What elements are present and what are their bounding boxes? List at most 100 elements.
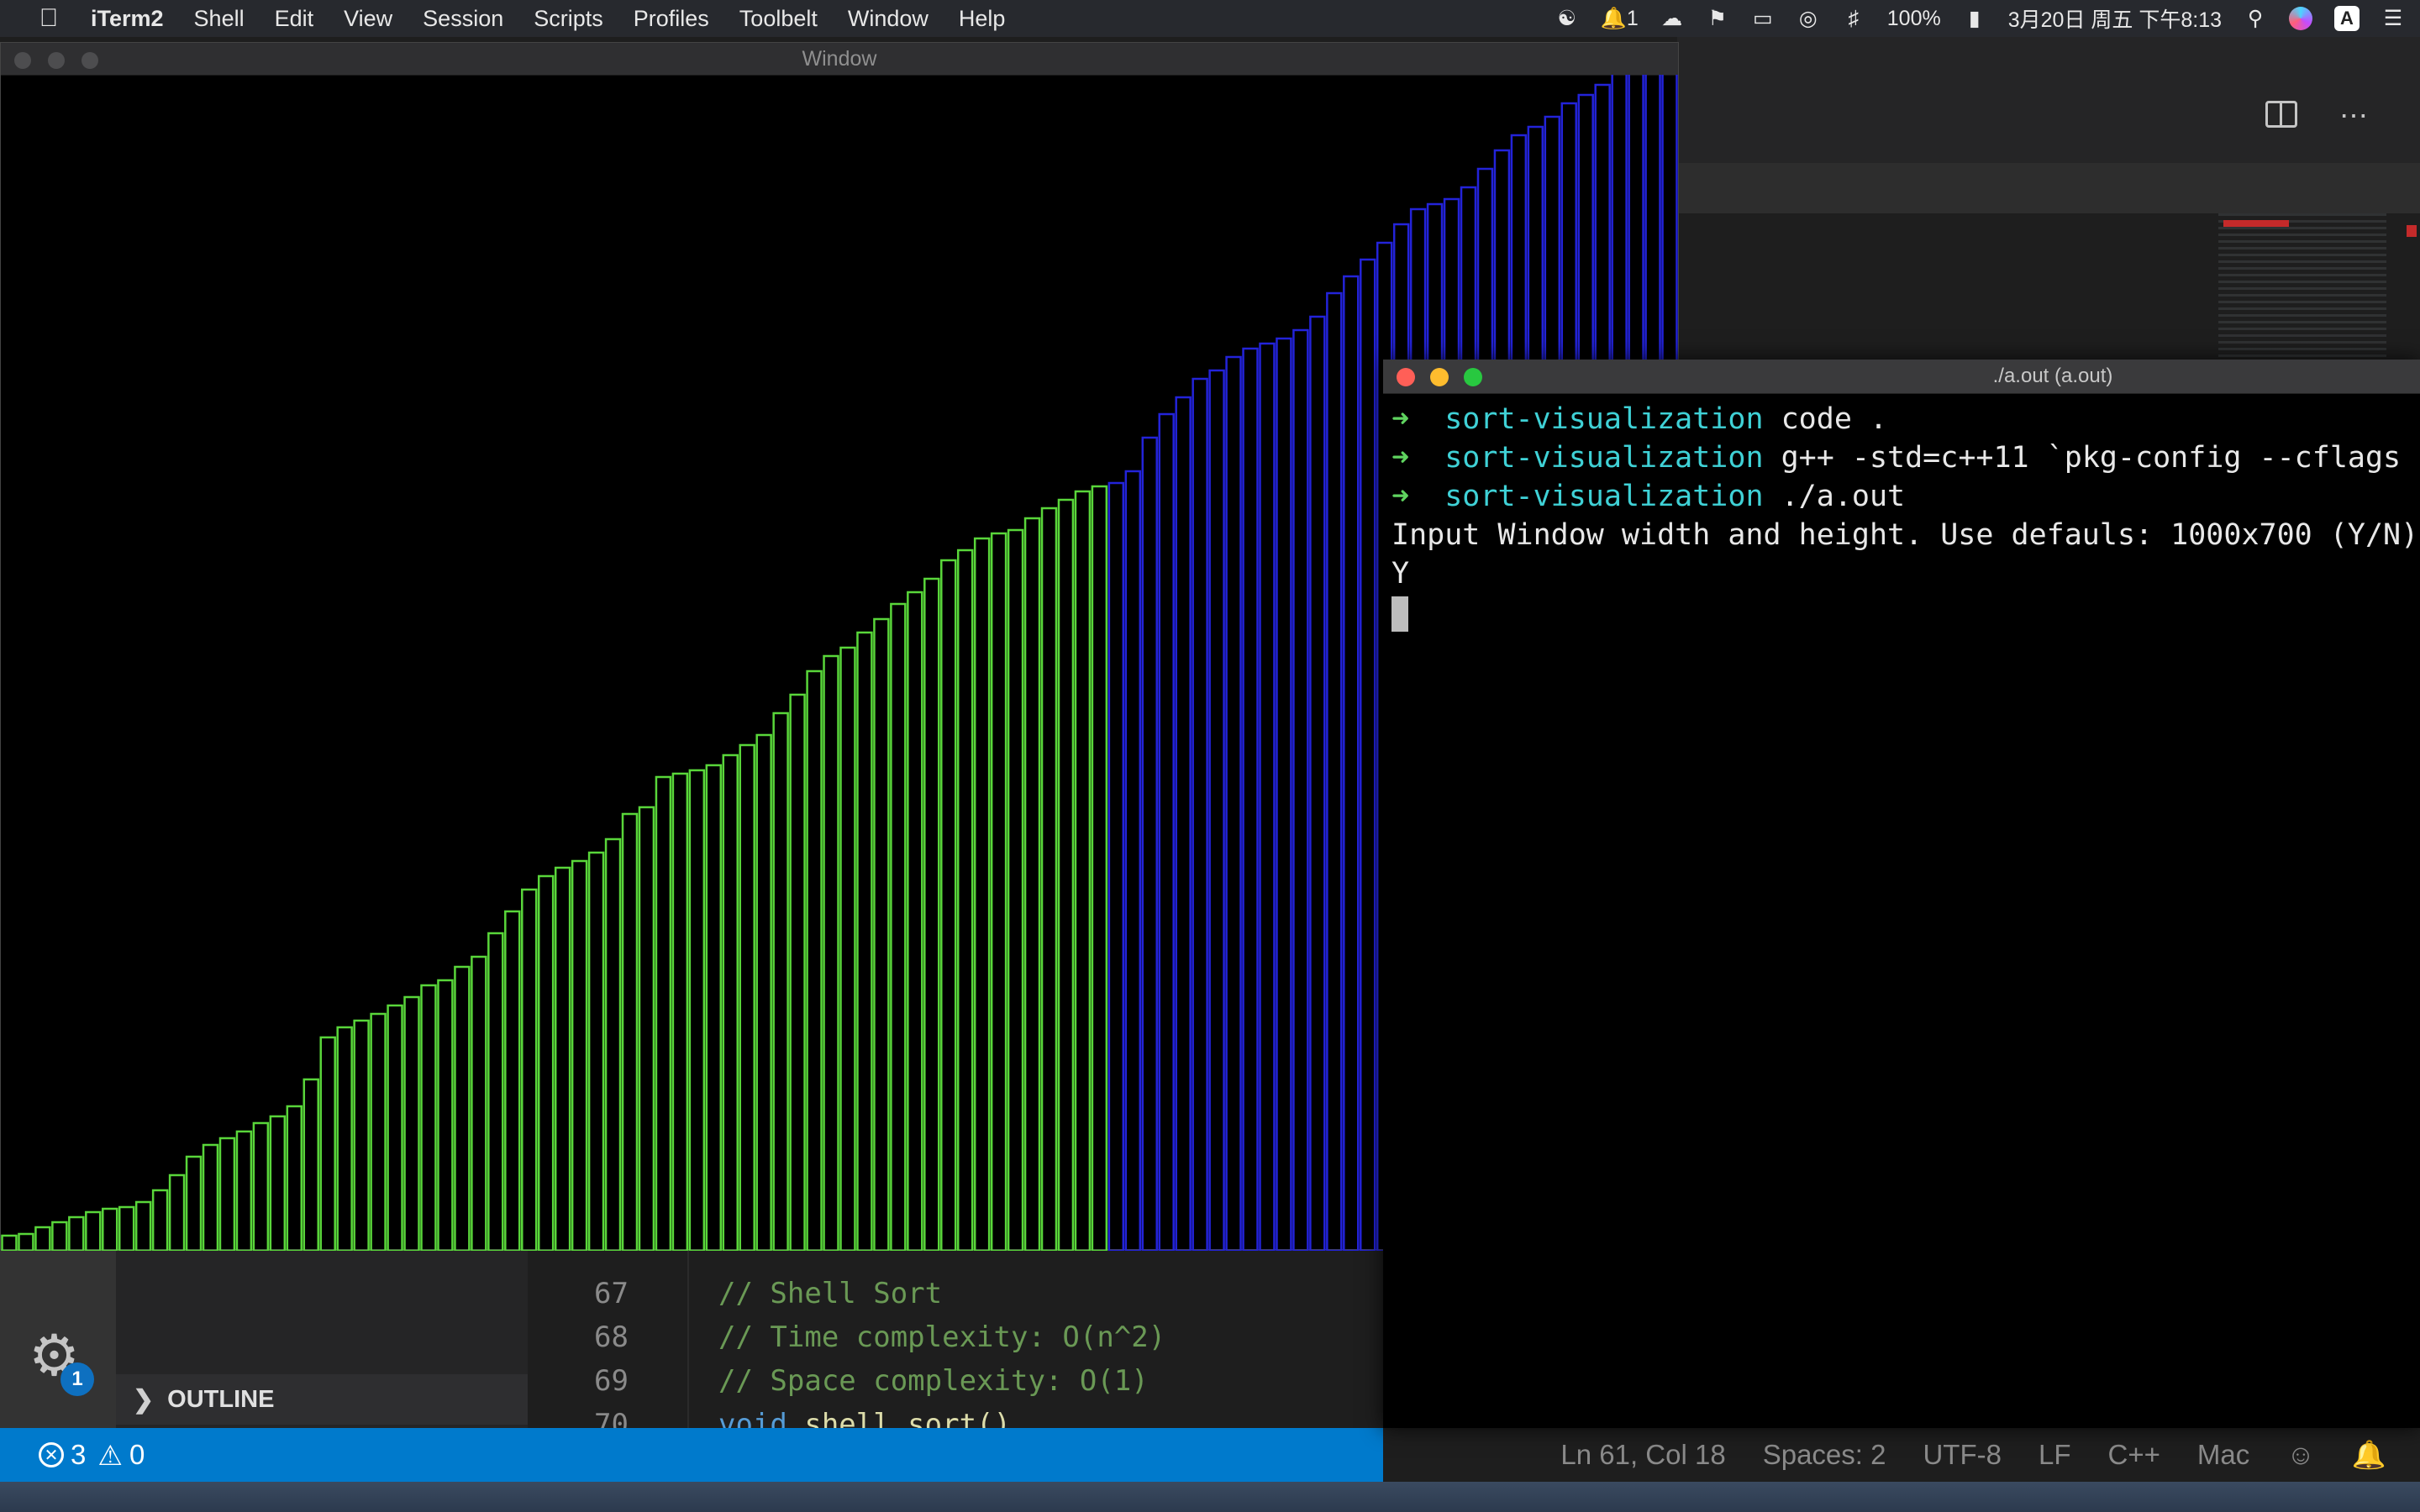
problems-indicator[interactable]: ✕ 3 ⚠ 0 xyxy=(39,1439,145,1472)
search-icon[interactable]: ⚲ xyxy=(2244,6,2267,31)
unsorted-bar xyxy=(1309,315,1326,1251)
sorted-bar xyxy=(604,837,622,1251)
sorted-bar xyxy=(336,1026,353,1251)
menu-toolbelt[interactable]: Toolbelt xyxy=(739,6,818,32)
status-bar-remote-section: ✕ 3 ⚠ 0 xyxy=(0,1428,1383,1482)
menu-scripts[interactable]: Scripts xyxy=(534,6,603,32)
sorted-bar xyxy=(571,859,588,1251)
sorted-bar xyxy=(302,1078,319,1251)
code-comment[interactable]: // Time complexity: O(n^2) xyxy=(718,1315,1165,1359)
split-editor-icon[interactable] xyxy=(2265,101,2297,128)
chevron-right-icon[interactable]: ❯ xyxy=(133,1385,154,1415)
terminal-line: ➜ sort-visualization code . xyxy=(1392,400,2417,438)
sfml-titlebar[interactable]: Window xyxy=(1,43,1678,76)
error-count: 3 xyxy=(71,1439,87,1470)
menu-edit[interactable]: Edit xyxy=(275,6,314,32)
prompt-arrow-icon: ➜ xyxy=(1392,441,1410,475)
siri-icon[interactable] xyxy=(2289,7,2312,30)
sorted-bar xyxy=(722,753,739,1251)
sorted-bar xyxy=(353,1019,370,1251)
chat-icon[interactable]: ☁ xyxy=(1660,6,1684,31)
apple-icon[interactable]:  xyxy=(32,4,66,33)
menu-session[interactable]: Session xyxy=(423,6,503,32)
vscode-tab-strip xyxy=(1677,163,2420,213)
menu-app-name[interactable]: iTerm2 xyxy=(91,6,164,32)
prompt-command: ./a.out xyxy=(1763,480,1906,513)
battery-icon[interactable]: ▮ xyxy=(1963,6,1986,31)
minimap-error-marker xyxy=(2223,220,2289,227)
sorted-bar xyxy=(873,617,890,1251)
line-number: 68 xyxy=(594,1320,629,1354)
prompt-directory: sort-visualization xyxy=(1444,402,1764,436)
clock[interactable]: 3月20日 周五 下午8:13 xyxy=(2008,3,2222,34)
sorted-bar xyxy=(437,979,454,1251)
encoding[interactable]: UTF-8 xyxy=(1923,1439,2002,1471)
vscode-editor-toolbar xyxy=(1677,37,2420,163)
sorted-bar xyxy=(487,932,504,1251)
sorted-bar xyxy=(34,1226,51,1251)
sorted-bar xyxy=(185,1155,203,1251)
bell-icon[interactable]: 🔔 1 xyxy=(1601,6,1639,31)
unsorted-bar xyxy=(1326,291,1343,1251)
sorted-bar xyxy=(471,955,487,1251)
status-area: ☯ 🔔 1 ☁ ⚑ ▭ ◎ ♯ 100% ▮ 3月20日 周五 下午8:13 ⚲ … xyxy=(1555,0,2405,37)
indentation[interactable]: Spaces: 2 xyxy=(1763,1439,1886,1471)
sorted-bar xyxy=(923,577,940,1251)
sorted-bar xyxy=(454,965,471,1251)
code-comment[interactable]: // Shell Sort xyxy=(718,1272,942,1315)
line-ending[interactable]: LF xyxy=(2039,1439,2071,1471)
bookmark-icon[interactable]: ⚑ xyxy=(1706,6,1729,31)
menu-help[interactable]: Help xyxy=(959,6,1006,32)
sorted-bar xyxy=(252,1121,270,1251)
status-bar: ✕ 3 ⚠ 0 Ln 61, Col 18 Spaces: 2 UTF-8 LF… xyxy=(0,1428,2420,1482)
volume-icon[interactable]: ♯ xyxy=(1842,6,1865,31)
outline-section-header[interactable]: ❯ OUTLINE xyxy=(116,1374,528,1425)
unsorted-bar xyxy=(1124,470,1142,1251)
unsorted-bar xyxy=(1208,369,1225,1251)
sorted-bar xyxy=(587,851,605,1251)
sorted-bar xyxy=(772,711,789,1251)
platform[interactable]: Mac xyxy=(2197,1439,2249,1471)
terminal-window[interactable]: ./a.out (a.out) ➜ sort-visualization cod… xyxy=(1383,360,2420,1428)
control-list-icon[interactable]: ☰ xyxy=(2381,6,2405,31)
sorted-bar xyxy=(420,984,437,1251)
terminal-titlebar[interactable]: ./a.out (a.out) xyxy=(1383,360,2420,394)
airplay-icon[interactable]: ▭ xyxy=(1751,6,1775,31)
code-function-name: shell_sort() xyxy=(786,1408,1011,1428)
sorted-bar xyxy=(705,764,723,1251)
desktop-background xyxy=(0,1482,2420,1512)
more-actions-icon[interactable]: ⋯ xyxy=(2339,99,2370,133)
unsorted-bar xyxy=(1225,355,1242,1251)
prompt-directory: sort-visualization xyxy=(1444,441,1764,475)
prompt-arrow-icon: ➜ xyxy=(1392,480,1410,513)
unsorted-bar xyxy=(1259,342,1276,1251)
menu-profiles[interactable]: Profiles xyxy=(634,6,709,32)
sorted-bar xyxy=(118,1205,135,1251)
language-mode[interactable]: C++ xyxy=(2107,1439,2160,1471)
sorted-bar xyxy=(218,1137,236,1251)
sorted-bar xyxy=(504,910,521,1251)
feedback-icon[interactable]: ☺ xyxy=(2286,1439,2315,1471)
input-method-icon[interactable]: A xyxy=(2334,6,2360,31)
menu-view[interactable]: View xyxy=(344,6,392,32)
wifi-icon[interactable]: ◎ xyxy=(1797,6,1820,31)
cursor-position[interactable]: Ln 61, Col 18 xyxy=(1560,1439,1725,1471)
sorted-bar xyxy=(739,743,755,1251)
menu-shell[interactable]: Shell xyxy=(194,6,245,32)
code-line-function[interactable]: void shell_sort() xyxy=(718,1403,1011,1428)
notifications-bell-icon[interactable]: 🔔 xyxy=(2352,1439,2386,1472)
sorted-bar xyxy=(990,532,1007,1251)
sorted-bar xyxy=(890,602,907,1251)
sorted-bar xyxy=(269,1115,287,1251)
sorted-bar xyxy=(1007,528,1024,1251)
sorted-bar xyxy=(151,1189,169,1251)
terminal-cursor-line xyxy=(1392,593,2417,632)
code-comment[interactable]: // Space complexity: O(1) xyxy=(718,1359,1149,1403)
sorted-bar xyxy=(671,772,689,1251)
terminal-output[interactable]: ➜ sort-visualization code . ➜ sort-visua… xyxy=(1392,400,2417,1425)
menu-window[interactable]: Window xyxy=(848,6,929,32)
line-number: 70 xyxy=(594,1408,629,1428)
sorted-bar xyxy=(235,1130,253,1251)
unsorted-bar xyxy=(1360,258,1376,1251)
qq-icon[interactable]: ☯ xyxy=(1555,6,1579,31)
